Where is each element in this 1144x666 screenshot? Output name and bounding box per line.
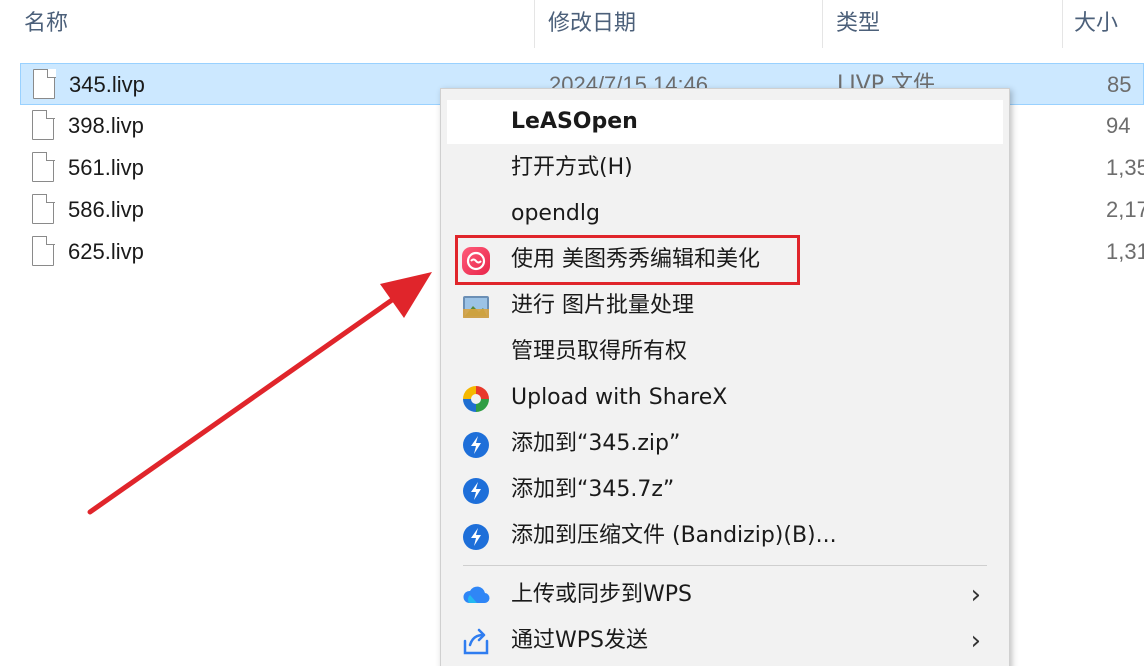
file-explorer-window: ⌃ 名称 修改日期 类型 大小 345.livp 2024/7/15 14:46… [0,0,1144,666]
annotation-arrow-icon [87,272,432,515]
